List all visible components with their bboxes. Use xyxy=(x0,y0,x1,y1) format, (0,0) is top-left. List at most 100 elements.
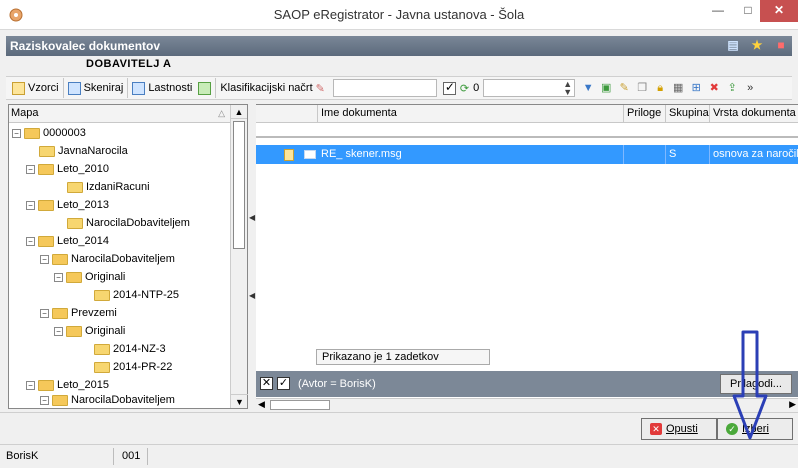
templates-button[interactable]: Vzorci xyxy=(8,78,64,98)
tree-item[interactable]: − Leto_2014 xyxy=(26,232,109,250)
tree-item[interactable]: − NarocilaDobaviteljem xyxy=(40,250,175,268)
spinner-arrows-icon[interactable]: ▲ ▼ xyxy=(563,80,572,97)
grid-horizontal-scrollbar[interactable]: ◀ ▶ xyxy=(256,398,798,411)
favorite-star-icon[interactable]: ★ xyxy=(750,38,764,52)
tree-item[interactable]: − Originali xyxy=(54,322,125,340)
new-document-icon[interactable]: ▣ xyxy=(599,81,613,95)
tree-item[interactable]: 2014-PR-22 xyxy=(94,358,172,376)
status-code: 001 xyxy=(118,448,148,465)
annotation-arrow-icon xyxy=(732,330,768,440)
clear-filter-icon[interactable]: ✕ xyxy=(260,377,273,390)
status-bar: BorisK 001 xyxy=(0,444,798,468)
tree-item[interactable]: − 0000003 xyxy=(12,124,86,142)
filter-icon[interactable]: ▼ xyxy=(581,81,595,95)
collapse-left-icon[interactable]: ◀ xyxy=(249,291,255,300)
collapse-icon[interactable]: − xyxy=(26,236,35,246)
folder-icon xyxy=(67,181,83,193)
tree-item[interactable]: 2014-NTP-25 xyxy=(94,286,179,304)
scroll-thumb[interactable] xyxy=(233,121,245,249)
tree-scrollbar[interactable]: ▲ ▼ xyxy=(230,105,248,408)
edit-properties-icon[interactable] xyxy=(198,81,212,95)
tree-item-label: IzdaniRacuni xyxy=(86,181,150,193)
tree-item[interactable]: − Originali xyxy=(54,268,125,286)
documents-panel: Ime dokumenta Priloge Skupina Vrsta doku… xyxy=(256,104,798,411)
collapse-left-icon[interactable]: ◀ xyxy=(249,213,255,222)
folder-open-icon xyxy=(24,127,40,139)
table-row[interactable]: RE_ skener.msg S osnova za naročilo xyxy=(256,145,798,164)
sort-icon: △ xyxy=(218,108,225,118)
overflow-icon[interactable]: » xyxy=(743,81,757,95)
tree-header[interactable]: Mapa △ xyxy=(9,105,247,123)
tree-item-label: Prevzemi xyxy=(71,307,117,319)
cell-attachments xyxy=(624,145,666,164)
filter-enabled-checkbox[interactable]: ✓ xyxy=(277,377,290,390)
scroll-up-icon[interactable]: ▲ xyxy=(231,105,247,119)
collapse-icon[interactable]: − xyxy=(12,128,21,138)
tree-view-icon[interactable]: ▤ xyxy=(726,38,740,52)
cancel-button[interactable]: ✕ Opusti xyxy=(641,418,717,440)
scan-button[interactable]: Skeniraj xyxy=(64,78,129,98)
scroll-thumb[interactable] xyxy=(270,400,330,410)
tree-item-label: NarocilaDobaviteljem xyxy=(71,253,175,265)
collapse-icon[interactable]: − xyxy=(54,326,63,336)
toolbar: Vzorci Skeniraj Lastnosti Klasifikacijsk… xyxy=(6,76,792,100)
collapse-icon[interactable]: − xyxy=(26,200,35,210)
maximize-button[interactable]: □ xyxy=(734,0,762,22)
scroll-right-icon[interactable]: ▶ xyxy=(789,399,796,410)
folder-icon xyxy=(94,289,110,301)
counter-spinner[interactable]: ▲ ▼ xyxy=(483,79,576,97)
collapse-icon[interactable]: − xyxy=(26,164,35,174)
print-icon[interactable]: ▦ xyxy=(671,81,685,95)
column-header-group[interactable]: Skupina xyxy=(666,105,710,123)
mail-icon xyxy=(304,150,316,159)
column-header-name[interactable]: Ime dokumenta xyxy=(318,105,624,123)
properties-button[interactable]: Lastnosti xyxy=(128,78,217,98)
collapse-icon[interactable]: − xyxy=(40,395,49,405)
close-button[interactable]: ✕ xyxy=(760,0,798,22)
templates-label: Vzorci xyxy=(28,82,59,94)
panel-header: Raziskovalec dokumentov ▤ ★ ■ xyxy=(6,36,792,56)
tree-item-label: 2014-PR-22 xyxy=(113,361,173,373)
tree-item[interactable]: − Leto_2013 xyxy=(26,196,109,214)
tree-item-label: NarocilaDobaviteljem xyxy=(71,394,175,406)
tree-item[interactable]: − Prevzemi xyxy=(40,304,117,322)
tree-item[interactable]: − NarocilaDobaviteljem xyxy=(40,391,175,409)
copy-document-icon[interactable]: ❐ xyxy=(635,81,649,95)
tree-item[interactable]: − Leto_2010 xyxy=(26,160,109,178)
minimize-button[interactable]: — xyxy=(704,0,732,22)
collapse-icon[interactable]: − xyxy=(40,308,49,318)
lock-icon[interactable]: 🔒︎ xyxy=(653,81,667,95)
scroll-down-icon[interactable]: ▼ xyxy=(231,394,248,408)
column-header-type[interactable]: Vrsta dokumenta xyxy=(710,105,798,123)
folder-open-icon xyxy=(38,163,54,175)
result-count: Prikazano je 1 zadetkov xyxy=(316,349,490,365)
column-header-attachments[interactable]: Priloge xyxy=(624,105,666,123)
exit-icon[interactable]: ■ xyxy=(774,38,788,52)
folder-open-icon xyxy=(52,394,68,406)
delete-icon[interactable]: ✖ xyxy=(707,81,721,95)
scroll-left-icon[interactable]: ◀ xyxy=(258,399,265,410)
tree-item[interactable]: 2014-NZ-3 xyxy=(94,340,166,358)
folder-tree-panel: Mapa △ − 0000003 JavnaNarocila − Leto_20… xyxy=(8,104,248,409)
split-icon[interactable]: ⊞ xyxy=(689,81,703,95)
refresh-icon[interactable]: ⟳ xyxy=(460,82,469,95)
tree-item-label: 2014-NZ-3 xyxy=(113,343,166,355)
classification-checkbox[interactable] xyxy=(442,80,456,95)
column-header-blank[interactable] xyxy=(256,105,318,123)
eraser-icon[interactable]: ✎ xyxy=(316,82,325,95)
collapse-icon[interactable]: − xyxy=(40,254,49,264)
collapse-icon[interactable]: − xyxy=(54,272,63,282)
classification-input[interactable] xyxy=(332,79,437,97)
export-icon[interactable]: ⇪ xyxy=(725,81,739,95)
status-message xyxy=(150,448,790,465)
tree-item[interactable]: NarocilaDobaviteljem xyxy=(67,214,190,232)
grid-filter-row[interactable] xyxy=(256,124,798,138)
tree-item[interactable]: IzdaniRacuni xyxy=(67,178,150,196)
folder-icon xyxy=(39,145,55,157)
folder-open-icon xyxy=(66,325,82,337)
tree-item[interactable]: JavnaNarocila xyxy=(39,142,128,160)
note-icon xyxy=(284,149,294,161)
collapse-icon[interactable]: − xyxy=(26,380,35,390)
edit-document-icon[interactable]: ✎ xyxy=(617,81,631,95)
filter-expression[interactable]: (Avtor = BorisK) xyxy=(298,378,376,390)
